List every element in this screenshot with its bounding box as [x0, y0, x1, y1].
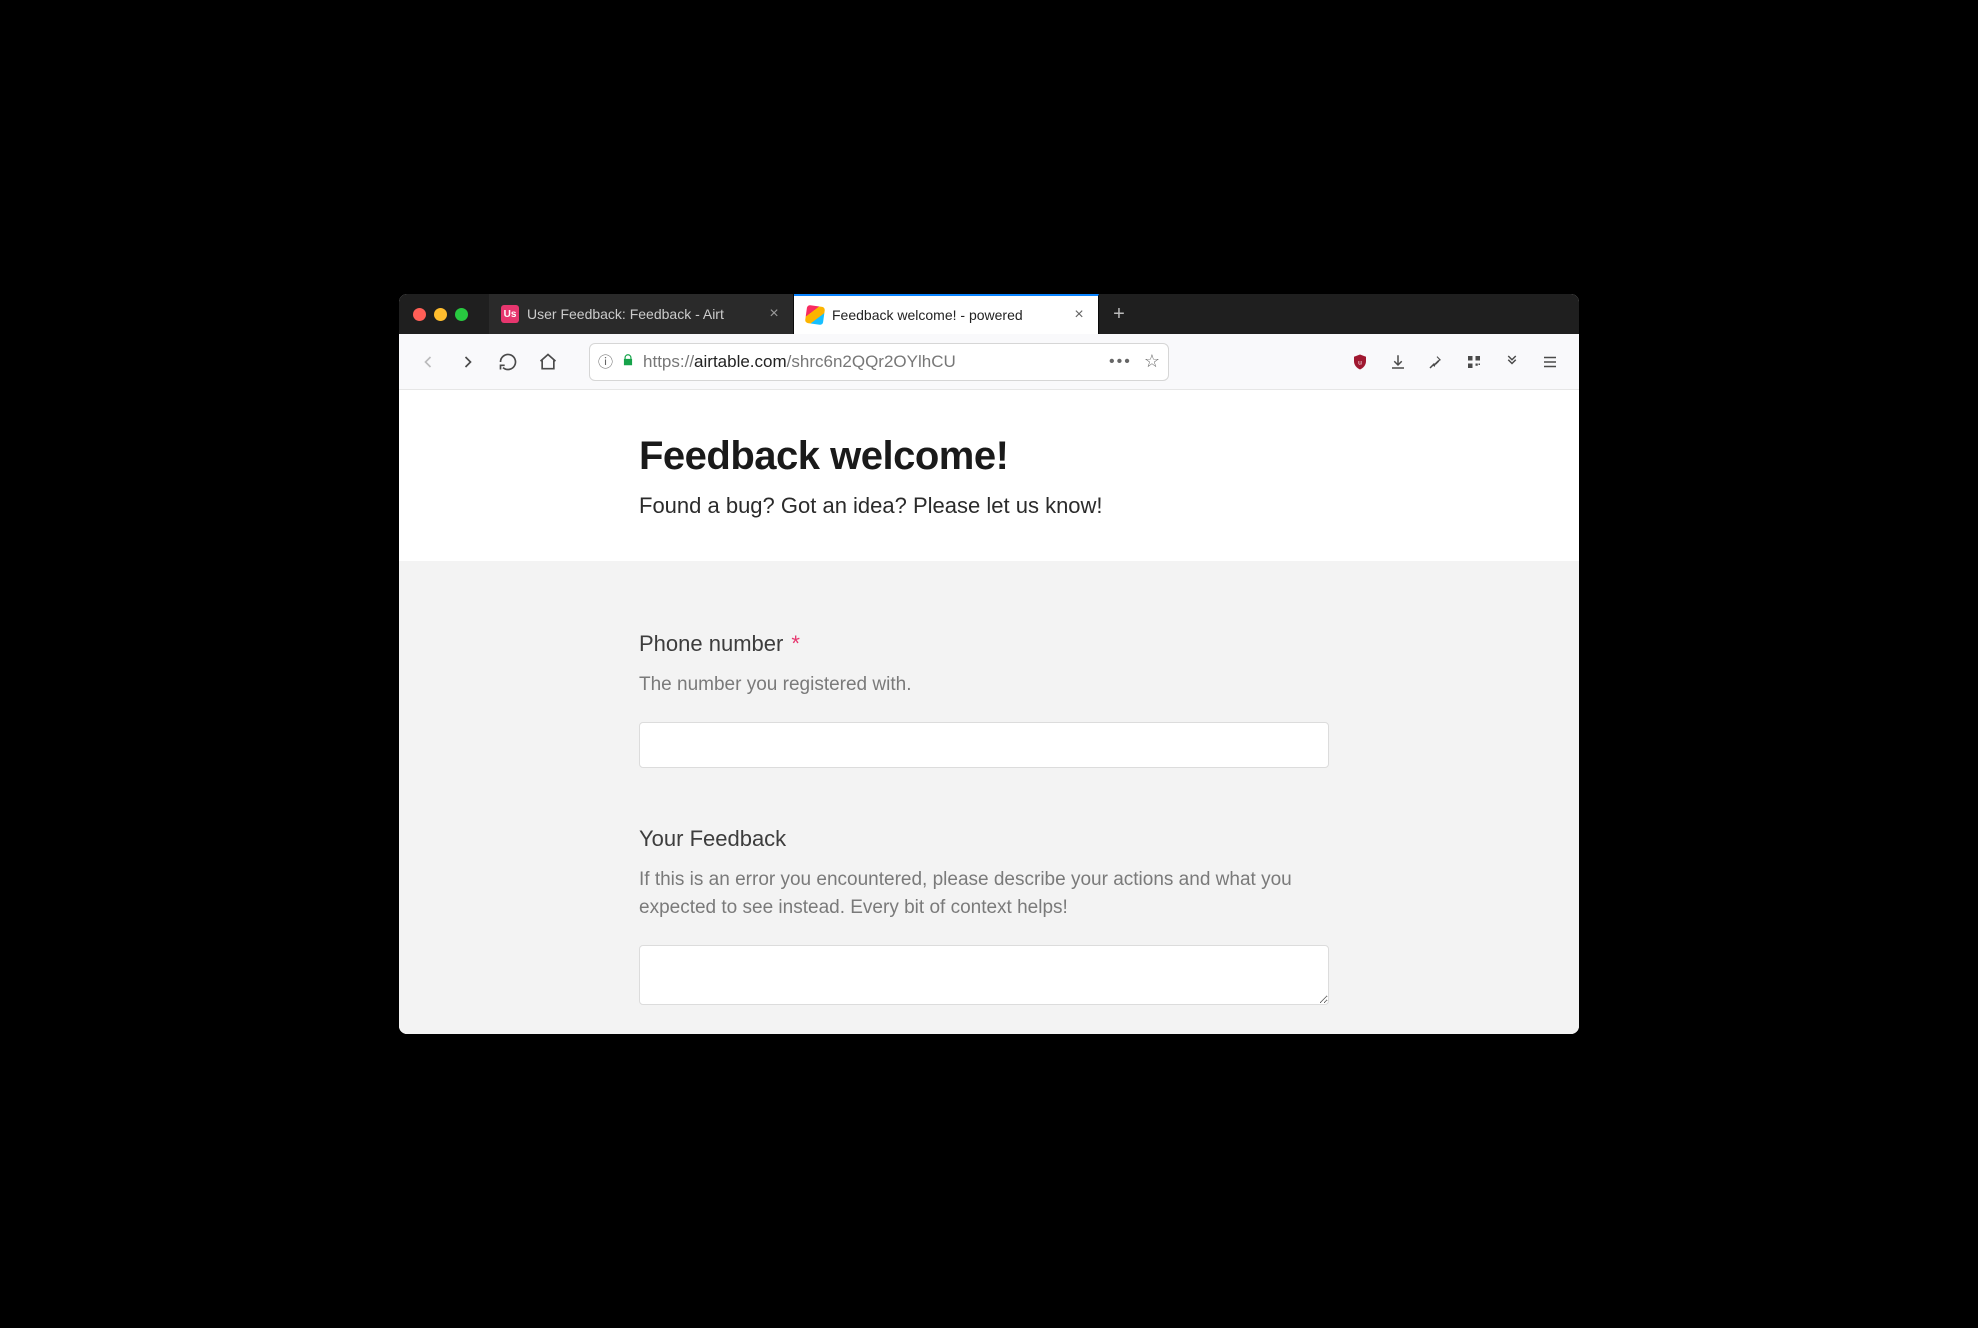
- tab-close-button[interactable]: ×: [765, 305, 783, 323]
- lock-icon: [621, 353, 635, 370]
- url-prefix: https://: [643, 352, 694, 371]
- form-body: Phone number * The number you registered…: [399, 561, 1579, 1034]
- tab-feedback-welcome[interactable]: Feedback welcome! - powered ×: [794, 294, 1099, 334]
- form-header: Feedback welcome! Found a bug? Got an id…: [399, 390, 1579, 561]
- field-phone-number: Phone number * The number you registered…: [639, 631, 1329, 768]
- address-bar[interactable]: ⓘ https://airtable.com/shrc6n2QQr2OYlhCU…: [589, 343, 1169, 381]
- back-button[interactable]: [411, 345, 445, 379]
- ublock-icon[interactable]: u: [1343, 345, 1377, 379]
- overflow-icon[interactable]: [1495, 345, 1529, 379]
- phone-number-input[interactable]: [639, 722, 1329, 768]
- pin-icon[interactable]: [1419, 345, 1453, 379]
- favicon-airtable-icon: [805, 305, 825, 325]
- apps-icon[interactable]: [1457, 345, 1491, 379]
- svg-text:u: u: [1358, 359, 1362, 366]
- toolbar-right: u: [1343, 345, 1567, 379]
- field-label: Phone number: [639, 631, 783, 657]
- tab-strip: Us User Feedback: Feedback - Airt × Feed…: [399, 294, 1579, 334]
- tab-title: Feedback welcome! - powered: [832, 307, 1062, 323]
- page-actions-icon[interactable]: •••: [1105, 353, 1136, 371]
- window-close-button[interactable]: [413, 308, 426, 321]
- reload-button[interactable]: [491, 345, 525, 379]
- window-minimize-button[interactable]: [434, 308, 447, 321]
- form-title: Feedback welcome!: [639, 434, 1329, 479]
- browser-toolbar: ⓘ https://airtable.com/shrc6n2QQr2OYlhCU…: [399, 334, 1579, 390]
- tab-title: User Feedback: Feedback - Airt: [527, 306, 757, 322]
- feedback-textarea[interactable]: [639, 945, 1329, 1005]
- field-help-text: The number you registered with.: [639, 671, 1319, 700]
- form-subtitle: Found a bug? Got an idea? Please let us …: [639, 493, 1329, 519]
- url-path: /shrc6n2QQr2OYlhCU: [787, 352, 956, 371]
- page-content: Feedback welcome! Found a bug? Got an id…: [399, 390, 1579, 1034]
- tab-close-button[interactable]: ×: [1070, 306, 1088, 324]
- home-button[interactable]: [531, 345, 565, 379]
- bookmark-star-icon[interactable]: ☆: [1144, 351, 1160, 372]
- window-zoom-button[interactable]: [455, 308, 468, 321]
- field-label: Your Feedback: [639, 826, 786, 852]
- window-controls: [399, 294, 489, 334]
- field-help-text: If this is an error you encountered, ple…: [639, 866, 1319, 923]
- url-text[interactable]: https://airtable.com/shrc6n2QQr2OYlhCU: [643, 352, 1097, 372]
- site-info-icon[interactable]: ⓘ: [598, 351, 613, 372]
- required-indicator: *: [791, 633, 800, 655]
- field-your-feedback: Your Feedback If this is an error you en…: [639, 826, 1329, 1010]
- new-tab-button[interactable]: +: [1099, 294, 1139, 334]
- tab-user-feedback[interactable]: Us User Feedback: Feedback - Airt ×: [489, 294, 794, 334]
- browser-window: Us User Feedback: Feedback - Airt × Feed…: [399, 294, 1579, 1034]
- menu-icon[interactable]: [1533, 345, 1567, 379]
- forward-button[interactable]: [451, 345, 485, 379]
- favicon-us-icon: Us: [501, 305, 519, 323]
- url-host: airtable.com: [694, 352, 787, 371]
- downloads-icon[interactable]: [1381, 345, 1415, 379]
